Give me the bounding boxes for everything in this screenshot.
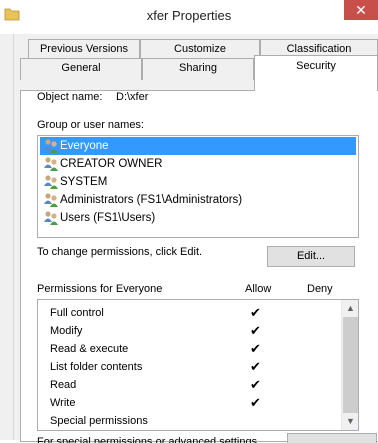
permission-name: Read [50, 379, 77, 391]
window-edge [0, 34, 14, 440]
list-item[interactable]: CREATOR OWNER [40, 155, 356, 173]
permission-name: List folder contents [50, 361, 143, 373]
permission-name: Full control [50, 307, 104, 319]
tab-security[interactable]: Security [254, 55, 378, 91]
allow-header: Allow [245, 283, 272, 295]
list-item[interactable]: SYSTEM [40, 173, 356, 191]
permissions-scrollbar[interactable]: ▲ ▼ [341, 300, 358, 430]
deny-header: Deny [307, 283, 333, 295]
allow-check-icon: ✔ [250, 377, 261, 392]
user-name: CREATOR OWNER [60, 158, 163, 170]
title-bar: xfer Properties ✕ [0, 0, 378, 34]
allow-check-icon: ✔ [250, 341, 261, 356]
window-title: xfer Properties [146, 8, 232, 23]
change-hint: To change permissions, click Edit. [37, 246, 203, 258]
permission-row: Read ✔ [50, 376, 340, 394]
object-name-value: D:\xfer [116, 91, 149, 103]
user-name: Users (FS1\Users) [60, 212, 156, 224]
allow-check-icon: ✔ [250, 305, 261, 320]
user-group-icon [44, 175, 58, 189]
user-group-icon [44, 211, 58, 225]
allow-check-icon: ✔ [250, 395, 261, 410]
security-panel: Object name: D:\xfer Group or user names… [20, 90, 378, 443]
group-label: Group or user names: [37, 119, 144, 131]
permission-name: Special permissions [50, 415, 148, 427]
users-listbox[interactable]: Everyone CREATOR OWNER SYSTEM Administra… [37, 135, 359, 238]
permission-row: Read & execute ✔ [50, 340, 340, 358]
list-item[interactable]: Administrators (FS1\Administrators) [40, 191, 356, 209]
permission-row: Full control ✔ [50, 304, 340, 322]
allow-check-icon: ✔ [250, 323, 261, 338]
user-group-icon [44, 157, 58, 171]
advanced-hint: For special permissions or advanced sett… [37, 436, 261, 443]
scrollbar-thumb[interactable] [343, 317, 358, 413]
permission-row: Modify ✔ [50, 322, 340, 340]
user-group-icon [44, 193, 58, 207]
object-name-label: Object name: [37, 91, 103, 103]
properties-dialog: Previous Versions Customize Classificati… [0, 34, 378, 443]
permissions-for-label: Permissions for Everyone [37, 283, 163, 295]
permission-row: Special permissions [50, 412, 340, 430]
list-item[interactable]: Everyone [40, 137, 356, 155]
user-group-icon [44, 139, 58, 153]
tab-sharing[interactable]: Sharing [142, 58, 254, 80]
permission-name: Write [50, 397, 76, 409]
allow-check-icon: ✔ [250, 359, 261, 374]
tab-previous-versions[interactable]: Previous Versions [28, 39, 140, 58]
permission-row: List folder contents ✔ [50, 358, 340, 376]
permission-name: Read & execute [50, 343, 129, 355]
advanced-button[interactable] [287, 433, 377, 443]
scroll-up-icon[interactable]: ▲ [342, 300, 358, 317]
edit-button[interactable]: Edit... [267, 246, 355, 267]
user-name: SYSTEM [60, 176, 108, 188]
tab-customize[interactable]: Customize [140, 39, 260, 58]
permission-name: Modify [50, 325, 83, 337]
list-item[interactable]: Users (FS1\Users) [40, 209, 356, 227]
permissions-list: Full control ✔ Modify ✔ Read & execute ✔… [37, 299, 359, 431]
user-name: Everyone [60, 140, 109, 152]
scroll-down-icon[interactable]: ▼ [342, 413, 358, 430]
close-button[interactable]: ✕ [344, 0, 378, 20]
permission-row: Write ✔ [50, 394, 340, 412]
user-name: Administrators (FS1\Administrators) [60, 194, 243, 206]
tab-general[interactable]: General [20, 58, 142, 80]
